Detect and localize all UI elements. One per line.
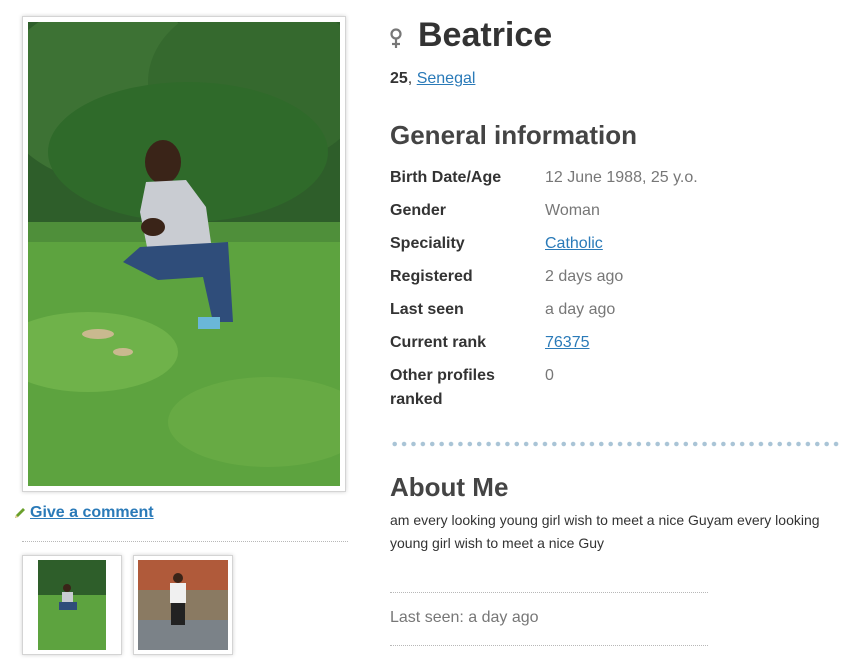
location-link[interactable]: Senegal <box>417 70 476 87</box>
info-value: 2 days ago <box>545 268 624 285</box>
about-divider-top <box>390 592 708 593</box>
profile-main-photo[interactable] <box>22 16 346 492</box>
info-row-speciality: Speciality Catholic <box>390 232 830 256</box>
age-location-separator: , <box>407 70 413 87</box>
photo-thumbnail[interactable] <box>22 555 122 655</box>
info-label: Other profiles ranked <box>390 367 495 408</box>
info-label: Gender <box>390 202 447 219</box>
profile-photo-image <box>28 22 340 486</box>
female-symbol-icon <box>390 28 402 48</box>
info-label: Current rank <box>390 334 487 351</box>
info-row-gender: Gender Woman <box>390 199 830 223</box>
about-me-heading: About Me <box>390 472 509 502</box>
info-row-other-profiles-ranked: Other profiles ranked 0 <box>390 364 830 412</box>
profile-age: 25 <box>390 70 408 87</box>
last-seen-footer: Last seen: a day ago <box>390 609 539 626</box>
left-divider <box>22 541 348 542</box>
info-row-registered: Registered 2 days ago <box>390 265 830 289</box>
about-me-text: am every looking young girl wish to meet… <box>390 512 820 551</box>
info-value: a day ago <box>545 301 616 318</box>
photo-thumbnail[interactable] <box>133 555 233 655</box>
info-label: Last seen <box>390 301 464 318</box>
info-row-last-seen: Last seen a day ago <box>390 298 830 322</box>
info-value: 12 June 1988, 25 y.o. <box>545 169 698 186</box>
general-info-heading: General information <box>390 120 638 150</box>
thumbnail-image <box>27 560 117 650</box>
info-row-current-rank: Current rank 76375 <box>390 331 830 355</box>
general-info-list: Birth Date/Age 12 June 1988, 25 y.o. Gen… <box>390 166 830 421</box>
speciality-link[interactable]: Catholic <box>545 235 603 252</box>
profile-name: Beatrice <box>418 16 553 54</box>
info-value: 0 <box>545 367 554 384</box>
info-value: Woman <box>545 202 600 219</box>
info-label: Registered <box>390 268 473 285</box>
about-divider-bottom <box>390 645 708 646</box>
pencil-icon <box>15 508 25 518</box>
info-label: Speciality <box>390 235 465 252</box>
info-row-birth-date: Birth Date/Age 12 June 1988, 25 y.o. <box>390 166 830 190</box>
info-label: Birth Date/Age <box>390 169 502 186</box>
give-comment-link[interactable]: Give a comment <box>30 504 154 522</box>
dotted-divider <box>390 441 840 447</box>
give-comment-row[interactable]: Give a comment <box>13 504 154 522</box>
thumbnail-image <box>138 560 228 650</box>
current-rank-link[interactable]: 76375 <box>545 334 590 351</box>
age-location-line: 25, Senegal <box>390 70 475 88</box>
